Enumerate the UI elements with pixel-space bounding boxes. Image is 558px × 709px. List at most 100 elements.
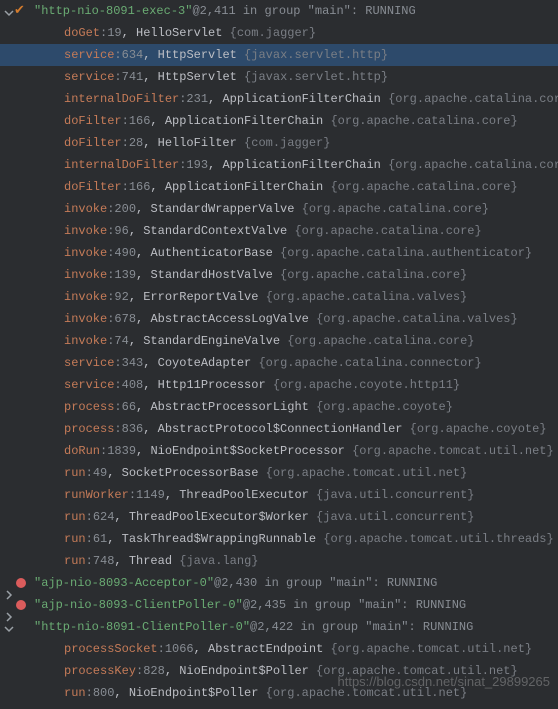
frame-line: 836 — [122, 422, 144, 436]
frame-line: 231 — [186, 92, 208, 106]
thread-header[interactable]: "ajp-nio-8093-ClientPoller-0"@2,435 in g… — [0, 594, 558, 616]
frame-method: internalDoFilter — [64, 92, 179, 106]
frame-class: StandardWrapperValve — [150, 202, 294, 216]
frame-package: javax.servlet.http — [251, 48, 381, 62]
thread-label[interactable]: "ajp-nio-8093-ClientPoller-0"@2,435 in g… — [26, 596, 466, 614]
frame-line-sep: : — [114, 422, 121, 436]
frame-method: service — [64, 70, 114, 84]
thread-label[interactable]: "ajp-nio-8093-Acceptor-0"@2,430 in group… — [26, 574, 437, 592]
frame-class: SocketProcessorBase — [122, 466, 259, 480]
frame-sep: , — [136, 268, 150, 282]
frame-line: 28 — [129, 136, 143, 150]
stack-frame[interactable]: invoke:490, AuthenticatorBase {org.apach… — [0, 242, 558, 264]
breakpoint-icon — [16, 578, 26, 588]
frame-pkg-open: { — [258, 686, 272, 700]
stack-frame[interactable]: run:624, ThreadPoolExecutor$Worker {java… — [0, 506, 558, 528]
stack-frame[interactable]: run:800, NioEndpoint$Poller {org.apache.… — [0, 682, 558, 704]
chevron-down-icon[interactable] — [4, 622, 14, 632]
chevron-down-icon[interactable] — [4, 6, 14, 16]
frame-package: org.apache.tomcat.util.net — [338, 642, 525, 656]
thread-header[interactable]: ✔"http-nio-8091-exec-3"@2,411 in group "… — [0, 0, 558, 22]
frame-pkg-close: } — [511, 312, 518, 326]
frame-method: processSocket — [64, 642, 158, 656]
frame-package: org.apache.coyote — [323, 400, 445, 414]
stack-frame[interactable]: invoke:92, ErrorReportValve {org.apache.… — [0, 286, 558, 308]
stack-frame[interactable]: doFilter:166, ApplicationFilterChain {or… — [0, 176, 558, 198]
chevron-right-icon[interactable] — [4, 600, 14, 610]
thread-header[interactable]: "ajp-nio-8093-Acceptor-0"@2,430 in group… — [0, 572, 558, 594]
stack-frame[interactable]: process:66, AbstractProcessorLight {org.… — [0, 396, 558, 418]
stack-frame[interactable]: doGet:19, HelloServlet {com.jagger} — [0, 22, 558, 44]
stack-frame[interactable]: internalDoFilter:231, ApplicationFilterC… — [0, 88, 558, 110]
stack-frame[interactable]: invoke:96, StandardContextValve {org.apa… — [0, 220, 558, 242]
frame-pkg-close: } — [475, 224, 482, 238]
stack-frame[interactable]: process:836, AbstractProtocol$Connection… — [0, 418, 558, 440]
frame-pkg-close: } — [460, 290, 467, 304]
frame-pkg-open: { — [273, 268, 287, 282]
frame-pkg-close: } — [467, 510, 474, 524]
frame-sep: , — [136, 202, 150, 216]
thread-state: RUNNING — [387, 576, 437, 590]
frame-line-sep: : — [86, 532, 93, 546]
stack-frame[interactable]: invoke:139, StandardHostValve {org.apach… — [0, 264, 558, 286]
frame-pkg-open: { — [273, 246, 287, 260]
stack-frame[interactable]: service:741, HttpServlet {javax.servlet.… — [0, 66, 558, 88]
frame-line-sep: : — [114, 400, 121, 414]
frame-pkg-open: { — [316, 532, 330, 546]
thread-name: "http-nio-8091-exec-3" — [34, 4, 192, 18]
thread-stack-tree: ✔"http-nio-8091-exec-3"@2,411 in group "… — [0, 0, 558, 704]
stack-frame[interactable]: doFilter:28, HelloFilter {com.jagger} — [0, 132, 558, 154]
frame-line: 166 — [129, 180, 151, 194]
breakpoint-icon — [16, 600, 26, 610]
frame-line: 74 — [114, 334, 128, 348]
stack-frame[interactable]: processKey:828, NioEndpoint$Poller {org.… — [0, 660, 558, 682]
frame-line: 92 — [114, 290, 128, 304]
stack-frame[interactable]: internalDoFilter:193, ApplicationFilterC… — [0, 154, 558, 176]
frame-method: doGet — [64, 26, 100, 40]
thread-name: "ajp-nio-8093-Acceptor-0" — [34, 576, 214, 590]
stack-frame[interactable]: runWorker:1149, ThreadPoolExecutor {java… — [0, 484, 558, 506]
frame-method: service — [64, 378, 114, 392]
stack-frame[interactable]: service:343, CoyoteAdapter {org.apache.c… — [0, 352, 558, 374]
frame-sep: , — [107, 466, 121, 480]
stack-frame[interactable]: doRun:1839, NioEndpoint$SocketProcessor … — [0, 440, 558, 462]
frame-pkg-open: { — [237, 70, 251, 84]
stack-frame[interactable]: run:61, TaskThread$WrappingRunnable {org… — [0, 528, 558, 550]
frame-sep: , — [143, 378, 157, 392]
frame-sep: , — [129, 290, 143, 304]
stack-frame[interactable]: service:408, Http11Processor {org.apache… — [0, 374, 558, 396]
frame-package: com.jagger — [237, 26, 309, 40]
frame-method: process — [64, 400, 114, 414]
frame-pkg-open: { — [172, 554, 186, 568]
frame-sep: , — [208, 158, 222, 172]
frame-line-sep: : — [86, 510, 93, 524]
frame-sep: , — [150, 114, 164, 128]
frame-class: HelloServlet — [136, 26, 222, 40]
stack-frame[interactable]: invoke:200, StandardWrapperValve {org.ap… — [0, 198, 558, 220]
thread-label[interactable]: "http-nio-8091-exec-3"@2,411 in group "m… — [26, 2, 416, 20]
frame-pkg-open: { — [323, 180, 337, 194]
frame-pkg-open: { — [345, 444, 359, 458]
chevron-right-icon[interactable] — [4, 578, 14, 588]
frame-method: doFilter — [64, 114, 122, 128]
thread-label[interactable]: "http-nio-8091-ClientPoller-0"@2,422 in … — [26, 618, 473, 636]
frame-class: TaskThread$WrappingRunnable — [122, 532, 316, 546]
frame-class: CoyoteAdapter — [158, 356, 252, 370]
frame-package: org.apache.coyote — [417, 422, 539, 436]
stack-frame[interactable]: doFilter:166, ApplicationFilterChain {or… — [0, 110, 558, 132]
frame-line-sep: : — [86, 466, 93, 480]
stack-frame[interactable]: service:634, HttpServlet {javax.servlet.… — [0, 44, 558, 66]
stack-frame[interactable]: run:49, SocketProcessorBase {org.apache.… — [0, 462, 558, 484]
frame-class: AuthenticatorBase — [150, 246, 272, 260]
frame-line: 61 — [93, 532, 107, 546]
frame-package: org.apache.tomcat.util.net — [323, 664, 510, 678]
stack-frame[interactable]: run:748, Thread {java.lang} — [0, 550, 558, 572]
thread-group: in group "main": — [293, 620, 423, 634]
thread-header[interactable]: "http-nio-8091-ClientPoller-0"@2,422 in … — [0, 616, 558, 638]
frame-pkg-close: } — [460, 268, 467, 282]
frame-sep: , — [143, 356, 157, 370]
stack-frame[interactable]: invoke:678, AbstractAccessLogValve {org.… — [0, 308, 558, 330]
frame-class: StandardHostValve — [150, 268, 272, 282]
stack-frame[interactable]: processSocket:1066, AbstractEndpoint {or… — [0, 638, 558, 660]
stack-frame[interactable]: invoke:74, StandardEngineValve {org.apac… — [0, 330, 558, 352]
